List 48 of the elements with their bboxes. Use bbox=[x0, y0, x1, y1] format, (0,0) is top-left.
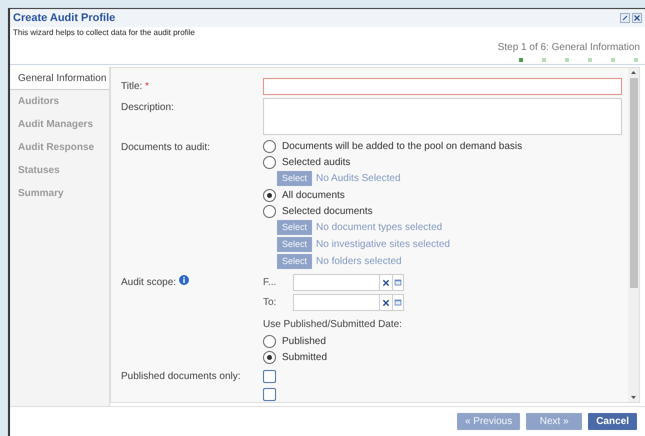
checkbox[interactable] bbox=[263, 388, 276, 401]
nav-tab[interactable]: General Information bbox=[10, 67, 109, 90]
radio-button[interactable] bbox=[263, 204, 276, 218]
nav-tab[interactable]: Auditors bbox=[10, 90, 109, 113]
nav-tab[interactable]: Audit Managers bbox=[10, 113, 109, 136]
intro-text: This wizard helps to collect data for the audit profile bbox=[13, 27, 196, 39]
field-label: Audit scope: bbox=[121, 276, 176, 290]
step-label: Step 1 of 6: General Information bbox=[498, 41, 640, 54]
cancel-button[interactable]: Cancel bbox=[588, 413, 637, 430]
date-field[interactable] bbox=[293, 294, 380, 310]
field-label: To: bbox=[263, 296, 278, 310]
calendar-icon[interactable] bbox=[392, 274, 404, 290]
radio-label: Selected audits bbox=[282, 156, 350, 170]
selection-status: No Audits Selected bbox=[316, 172, 401, 186]
selection-status: No document types selected bbox=[316, 221, 442, 235]
radio-label: All documents bbox=[282, 188, 345, 202]
help-icon[interactable] bbox=[179, 275, 190, 285]
clear-icon[interactable] bbox=[380, 274, 392, 290]
close-icon[interactable] bbox=[632, 13, 642, 23]
nav-tab[interactable]: Audit Response bbox=[10, 136, 109, 159]
window-title: Create Audit Profile bbox=[13, 10, 116, 26]
radio-label: Documents will be added to the pool on demand basis bbox=[282, 140, 522, 154]
field-label: Published documents only: bbox=[121, 370, 242, 384]
field-label: Title: * bbox=[121, 80, 150, 94]
scrollbar[interactable] bbox=[628, 68, 639, 402]
radio-button[interactable] bbox=[263, 350, 276, 364]
nav-tab[interactable]: Summary bbox=[10, 182, 109, 205]
radio-label: Submitted bbox=[282, 350, 328, 364]
field-label: Documents to audit: bbox=[121, 141, 211, 155]
selection-status: No folders selected bbox=[316, 255, 402, 269]
radio-button[interactable] bbox=[263, 188, 276, 202]
field-label: Description: bbox=[121, 101, 175, 115]
radio-label: Selected documents bbox=[282, 204, 373, 218]
radio-button[interactable] bbox=[263, 140, 276, 152]
edit-icon[interactable] bbox=[620, 13, 630, 23]
field-label: F... bbox=[263, 276, 278, 290]
field-label: Use Published/Submitted Date: bbox=[263, 318, 403, 332]
calendar-icon[interactable] bbox=[392, 294, 404, 310]
clear-icon[interactable] bbox=[380, 294, 392, 310]
date-field[interactable] bbox=[293, 274, 380, 290]
radio-label: Published bbox=[282, 334, 326, 348]
radio-button[interactable] bbox=[263, 334, 276, 348]
title-field[interactable] bbox=[263, 78, 622, 94]
radio-button[interactable] bbox=[263, 156, 276, 168]
selection-status: No investigative sites selected bbox=[316, 238, 450, 252]
nav-tab[interactable]: Statuses bbox=[10, 159, 109, 182]
description-field[interactable] bbox=[263, 98, 622, 135]
checkbox[interactable] bbox=[263, 370, 276, 383]
